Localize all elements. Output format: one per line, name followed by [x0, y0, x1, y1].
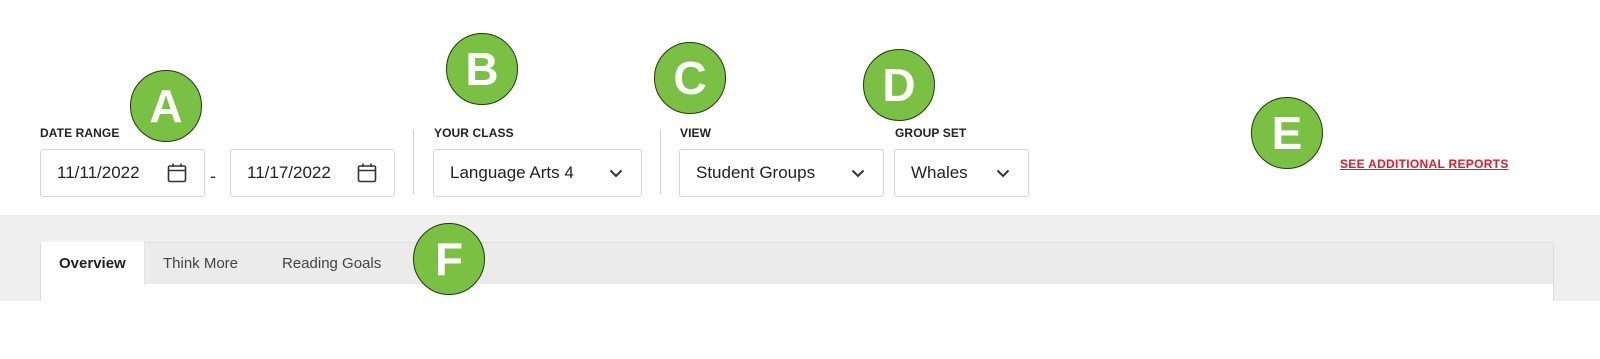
tab-panel	[40, 284, 1554, 301]
end-date-field[interactable]: 11/17/2022	[230, 149, 395, 197]
group-set-select[interactable]: Whales	[894, 149, 1029, 197]
start-date-value: 11/11/2022	[57, 163, 140, 182]
divider	[660, 130, 661, 194]
annotation-marker-f: F	[413, 223, 485, 295]
start-date-field[interactable]: 11/11/2022	[40, 149, 205, 197]
end-date-value: 11/17/2022	[247, 163, 331, 182]
date-range-separator: -	[210, 166, 216, 186]
class-select-value: Language Arts 4	[450, 163, 574, 182]
chevron-down-icon	[607, 164, 625, 182]
class-select[interactable]: Language Arts 4	[433, 149, 642, 197]
date-range-label: DATE RANGE	[40, 126, 120, 140]
your-class-label: YOUR CLASS	[434, 126, 514, 140]
tab-think-more[interactable]: Think More	[163, 242, 238, 285]
annotation-marker-b: B	[446, 33, 518, 105]
see-additional-reports-link[interactable]: SEE ADDITIONAL REPORTS	[1340, 157, 1509, 171]
chevron-down-icon	[994, 164, 1012, 182]
view-label: VIEW	[680, 126, 712, 140]
group-set-label: GROUP SET	[895, 126, 967, 140]
view-select[interactable]: Student Groups	[679, 149, 884, 197]
divider	[413, 130, 414, 194]
calendar-icon[interactable]	[166, 162, 188, 184]
calendar-icon[interactable]	[356, 162, 378, 184]
group-set-select-value: Whales	[911, 163, 968, 182]
tab-bar	[40, 242, 1554, 285]
annotation-marker-d: D	[863, 49, 935, 121]
view-select-value: Student Groups	[696, 163, 816, 182]
tab-overview[interactable]: Overview	[41, 242, 145, 285]
annotation-marker-a: A	[130, 70, 202, 142]
tab-reading-goals[interactable]: Reading Goals	[282, 242, 381, 285]
chevron-down-icon	[849, 164, 867, 182]
annotation-marker-c: C	[654, 42, 726, 114]
annotation-marker-e: E	[1251, 97, 1323, 169]
